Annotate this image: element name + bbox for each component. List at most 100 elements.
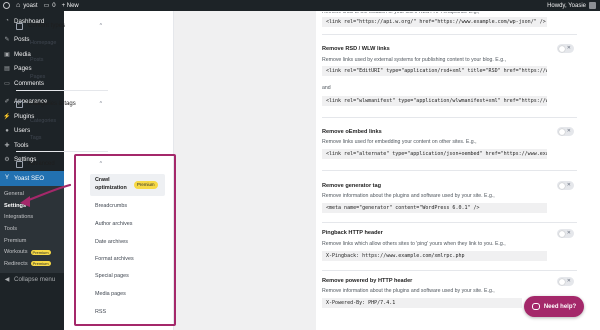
- submenu-item-redirects[interactable]: Redirects Premium: [0, 258, 64, 270]
- submenu-item-workouts[interactable]: Workouts Premium: [0, 246, 64, 258]
- submenu-label: Tools: [4, 226, 18, 233]
- toggle-knob: [558, 230, 565, 237]
- submenu-label: Integrations: [4, 214, 34, 221]
- sidebar-item-label: Yoast SEO: [14, 174, 45, 182]
- submenu-item-integrations[interactable]: Integrations: [0, 212, 64, 224]
- nav-group-content-types[interactable]: Content types ^: [16, 20, 106, 32]
- sidebar-item-label: Pages: [14, 65, 32, 73]
- nav-group-advanced[interactable]: Advanced ^: [16, 158, 106, 170]
- submenu-item-general[interactable]: General: [0, 189, 64, 201]
- code-example: <link rel="alternate" type="application/…: [322, 149, 547, 159]
- setting-desc: Remove links used by external systems fo…: [322, 57, 506, 63]
- nav-link-media-pages[interactable]: Media pages: [95, 291, 126, 297]
- nav-link-rss[interactable]: RSS: [95, 309, 106, 315]
- nav-link-date-archives[interactable]: Date archives: [95, 239, 128, 245]
- submenu-item-settings[interactable]: Settings: [0, 200, 64, 212]
- crawl-optimization-label: Crawl optimization: [95, 177, 127, 191]
- toggle-knob: [558, 45, 565, 52]
- submenu-item-premium[interactable]: Premium: [0, 235, 64, 247]
- collapse-menu-button[interactable]: ◀ Collapse menu: [0, 273, 64, 288]
- setting-title-pingback: Pingback HTTP header: [322, 230, 383, 236]
- account-menu[interactable]: Howdy, Yoasie: [547, 0, 596, 11]
- nav-link-categories[interactable]: Categories: [30, 118, 56, 124]
- media-icon: ▣: [4, 51, 10, 58]
- dashboard-icon: ◔: [5, 18, 9, 25]
- nav-link-special-pages[interactable]: Special pages: [95, 273, 129, 279]
- row-divider: [322, 117, 577, 118]
- toggle-rsd-wlw[interactable]: ✕: [557, 44, 574, 53]
- code-example: X-Powered-By: PHP/7.4.1: [322, 298, 522, 308]
- nav-link-format-archives[interactable]: Format archives: [95, 256, 134, 262]
- plugin-icon: ⚡: [3, 113, 11, 120]
- code-example: <meta name="generator" content="WordPres…: [322, 203, 547, 213]
- setting-title-oembed: Remove oEmbed links: [322, 129, 382, 135]
- nav-link-tags[interactable]: Tags: [30, 135, 41, 141]
- setting-title-generator: Remove generator tag: [322, 183, 382, 189]
- submenu-label: Redirects: [4, 260, 28, 267]
- comments-link[interactable]: ▭ 0: [44, 2, 56, 10]
- code-example: <link rel="https://api.w.org/" href="htt…: [322, 17, 547, 27]
- premium-badge: Premium: [134, 181, 158, 189]
- content-types-icon: [16, 22, 23, 30]
- brush-icon: ✐: [4, 99, 10, 106]
- advanced-icon: [16, 160, 23, 168]
- row-divider: [322, 34, 577, 35]
- nav-link-pages[interactable]: Pages: [30, 74, 45, 80]
- submenu-label: Premium: [4, 237, 27, 244]
- collapse-label: Collapse menu: [14, 276, 56, 284]
- sidebar-item-label: Users: [14, 127, 31, 135]
- new-content-button[interactable]: + New: [62, 3, 79, 9]
- submenu-label: General: [4, 191, 24, 198]
- close-icon: ✕: [566, 278, 571, 284]
- nav-link-breadcrumbs[interactable]: Breadcrumbs: [95, 203, 127, 209]
- nav-group-categories-tags[interactable]: Categories & tags ^: [16, 98, 106, 110]
- nav-link-posts[interactable]: Posts: [30, 57, 43, 63]
- row-divider: [322, 270, 577, 271]
- yoast-submenu: General Settings Integrations Tools Prem…: [0, 185, 64, 273]
- close-icon: ✕: [566, 128, 571, 134]
- home-icon: ⌂: [16, 2, 21, 9]
- yoast-icon: Y: [4, 175, 9, 182]
- nav-link-homepage[interactable]: Homepage: [30, 40, 56, 46]
- nav-link-author-archives[interactable]: Author archives: [95, 221, 132, 227]
- nav-group-title: Categories & tags: [28, 101, 76, 107]
- and-text: and: [322, 85, 331, 91]
- submenu-label: Workouts: [4, 249, 28, 256]
- wrench-icon: ✚: [4, 142, 10, 149]
- site-name-link[interactable]: ⌂ yoast: [16, 2, 38, 9]
- avatar: [589, 2, 596, 9]
- toggle-powered-by[interactable]: ✕: [557, 277, 574, 286]
- setting-desc: Remove links used for embedding your con…: [322, 139, 477, 145]
- nav-divider: [16, 90, 108, 91]
- collapse-icon: ◀: [4, 277, 10, 284]
- need-help-button[interactable]: Need help?: [524, 296, 584, 317]
- setting-desc: Remove information about the plugins and…: [322, 288, 495, 294]
- chevron-up-icon: ^: [99, 161, 102, 167]
- nav-divider: [16, 151, 108, 152]
- code-example: <link rel="wlwmanifest" type="applicatio…: [322, 96, 547, 106]
- toggle-oembed[interactable]: ✕: [557, 127, 574, 136]
- row-divider: [322, 170, 577, 171]
- close-icon: ✕: [566, 230, 571, 236]
- setting-title-powered-by: Remove powered by HTTP header: [322, 278, 413, 284]
- toggle-knob: [558, 182, 565, 189]
- row-divider: [322, 222, 577, 223]
- code-example: X-Pingback: https://www.example.com/xmlr…: [322, 251, 547, 261]
- submenu-item-tools[interactable]: Tools: [0, 223, 64, 235]
- toggle-pingback[interactable]: ✕: [557, 229, 574, 238]
- wordpress-logo-icon[interactable]: [3, 2, 10, 9]
- code-example: <link rel="EditURI" type="application/rs…: [322, 66, 547, 76]
- need-help-label: Need help?: [543, 303, 577, 310]
- toggle-generator[interactable]: ✕: [557, 181, 574, 190]
- sidebar-item-label: Tools: [14, 141, 29, 149]
- site-name: yoast: [23, 2, 38, 9]
- submenu-label: Settings: [4, 202, 27, 209]
- user-icon: ●: [5, 127, 9, 134]
- sidebar-item-yoast-seo[interactable]: Y Yoast SEO: [0, 171, 64, 186]
- sidebar-item-label: Media: [14, 50, 31, 58]
- greeting: Howdy, Yoasie: [547, 2, 586, 9]
- page-icon: ▤: [4, 66, 10, 73]
- sidebar-item-label: Comments: [14, 79, 44, 87]
- setting-desc: Remove information about the plugins and…: [322, 193, 495, 199]
- settings-icon: ⚙: [4, 157, 10, 164]
